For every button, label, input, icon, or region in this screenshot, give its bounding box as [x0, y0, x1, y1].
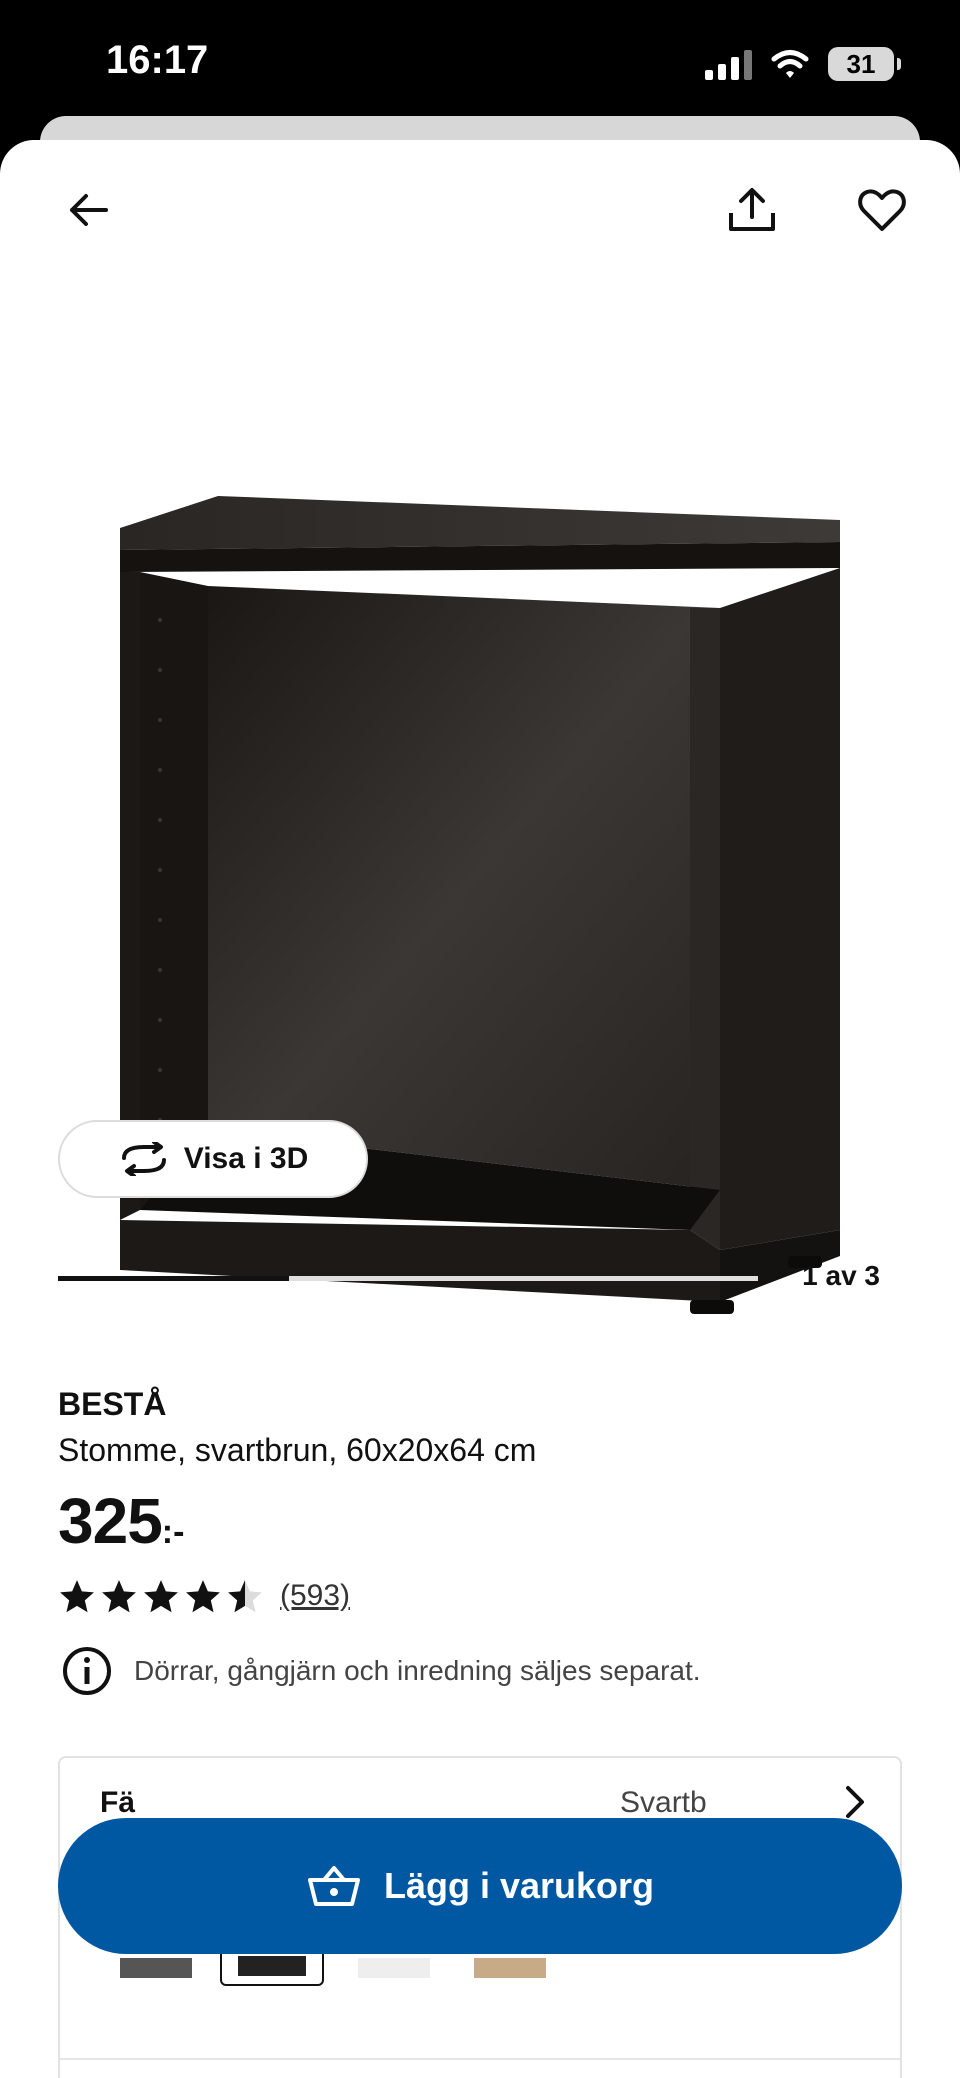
arrow-left-icon	[70, 194, 108, 226]
add-to-cart-button[interactable]: Lägg i varukorg	[58, 1818, 902, 1954]
wifi-icon	[771, 50, 809, 78]
product-notice: Dörrar, gångjärn och inredning säljes se…	[62, 1646, 701, 1696]
share-button[interactable]	[722, 180, 782, 240]
battery-icon: 31	[828, 47, 901, 81]
info-icon	[63, 1647, 111, 1695]
gallery-progress	[58, 1276, 758, 1281]
product-description: Stomme, svartbrun, 60x20x64 cm	[58, 1432, 537, 1468]
variant-label: Fä	[100, 1786, 136, 1819]
star-icon	[144, 1580, 178, 1613]
notice-text: Dörrar, gångjärn och inredning säljes se…	[134, 1655, 701, 1686]
star-icon	[228, 1580, 262, 1613]
status-time: 16:17	[106, 38, 209, 82]
product-sheet: Visa i 3D 1 av 3 BESTÅ Stomme, svartbrun…	[0, 140, 960, 2078]
view-3d-button[interactable]: Visa i 3D	[58, 1120, 368, 1198]
favorite-button[interactable]	[852, 180, 912, 240]
star-icon	[60, 1580, 94, 1613]
review-count-link[interactable]: (593)	[280, 1579, 350, 1613]
star-icon	[186, 1580, 220, 1613]
price-value: 325	[58, 1485, 163, 1557]
rating-stars	[58, 1578, 264, 1614]
gallery-page-indicator: 1 av 3	[802, 1260, 880, 1291]
product-price: 325:-	[58, 1484, 184, 1558]
gallery-progress-fill	[58, 1276, 289, 1281]
status-bar: 16:17 31	[0, 0, 960, 130]
back-button[interactable]	[58, 180, 118, 240]
add-to-cart-label: Lägg i varukorg	[383, 1865, 655, 1906]
product-brand: BESTÅ	[58, 1386, 167, 1422]
product-rating[interactable]: (593)	[58, 1578, 350, 1614]
share-icon	[729, 188, 775, 231]
shopping-basket-icon	[307, 1866, 360, 1906]
view-3d-label: Visa i 3D	[183, 1142, 309, 1175]
status-icons: 31	[705, 44, 901, 84]
rotate-3d-icon	[121, 1142, 166, 1176]
variant-value: Svartb	[620, 1786, 707, 1819]
price-suffix: :-	[161, 1513, 185, 1551]
chevron-right-icon	[846, 1786, 864, 1818]
battery-level: 31	[846, 48, 876, 79]
heart-icon	[858, 189, 906, 231]
star-icon	[102, 1580, 136, 1613]
product-image[interactable]	[100, 350, 860, 1350]
divider	[60, 2058, 900, 2060]
signal-icon	[705, 48, 752, 80]
